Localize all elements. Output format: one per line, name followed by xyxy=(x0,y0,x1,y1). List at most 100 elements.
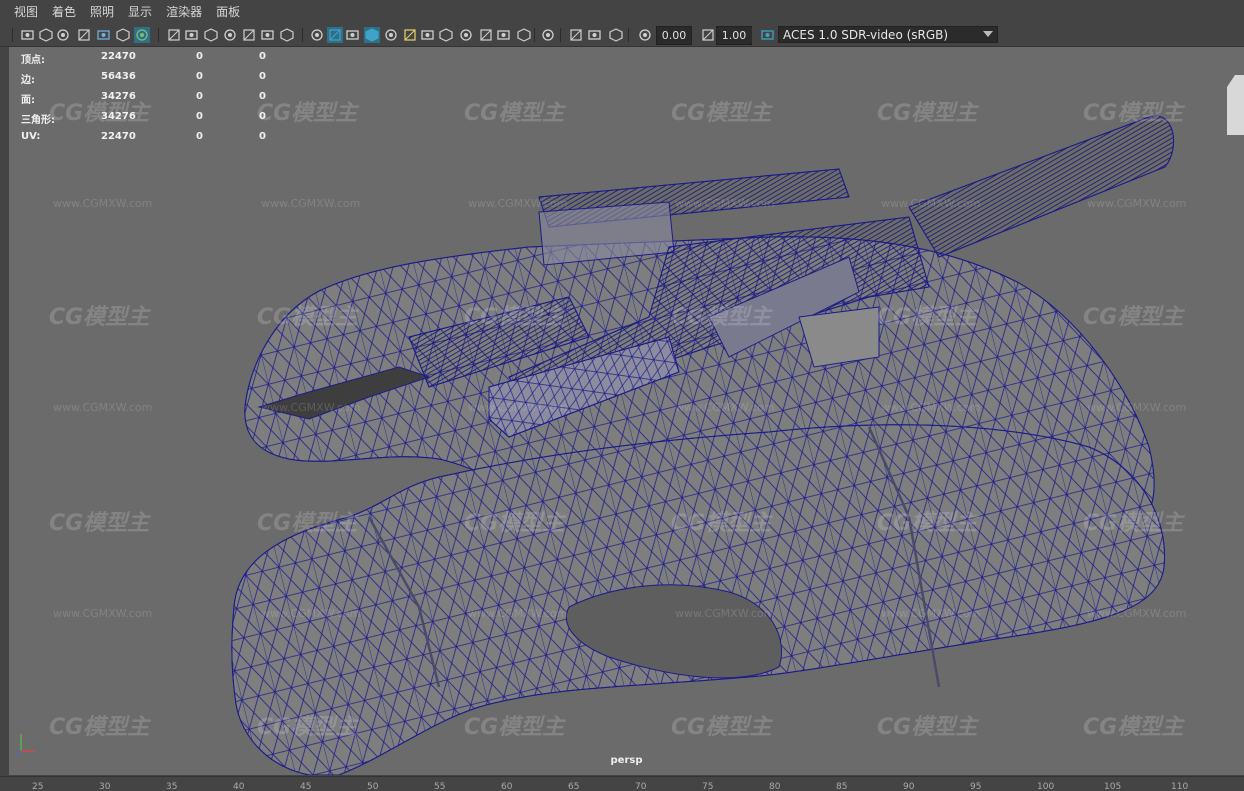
ruler-tick-label: 70 xyxy=(635,782,647,791)
time-ruler[interactable]: 25 30 35 40 45 50 55 60 65 70 75 80 85 90 95 100 105 110 xyxy=(0,776,1244,791)
ruler-tick-label: 60 xyxy=(501,782,513,791)
hud-label: 面: xyxy=(21,95,35,106)
maya-model-panel: 视图 着色 照明 显示 渲染器 面板 0.00 1.00 ACES 1.0 SD… xyxy=(0,0,1244,791)
menu-renderer[interactable]: 渲染器 xyxy=(166,0,202,24)
wireframe-icon[interactable] xyxy=(309,27,325,43)
motion-blur-icon[interactable] xyxy=(458,27,474,43)
ruler-tick-label: 80 xyxy=(769,782,781,791)
ruler-tick-label: 45 xyxy=(300,782,312,791)
ruler-tick-label: 90 xyxy=(903,782,915,791)
hud-value: 22470 xyxy=(101,51,136,62)
ruler-tick-label: 100 xyxy=(1037,782,1055,791)
hud-value: 0 xyxy=(196,131,203,142)
ruler-tick-label: 35 xyxy=(166,782,178,791)
depth-of-field-icon[interactable] xyxy=(496,27,512,43)
hud-value: 0 xyxy=(196,111,203,122)
safe-action-icon[interactable] xyxy=(260,27,276,43)
color-management-icon[interactable] xyxy=(700,27,716,43)
backface-icon[interactable] xyxy=(587,27,603,43)
hud-value: 0 xyxy=(196,71,203,82)
menu-panels[interactable]: 面板 xyxy=(216,0,240,24)
hud-label: 边: xyxy=(21,75,35,86)
hud-label: 三角形: xyxy=(21,115,55,126)
menu-view[interactable]: 视图 xyxy=(14,0,38,24)
color-space-label: ACES 1.0 SDR-video (sRGB) xyxy=(783,27,949,42)
resolution-gate-icon[interactable] xyxy=(203,27,219,43)
hud-value: 0 xyxy=(259,91,266,102)
film-gate-icon[interactable] xyxy=(184,27,200,43)
xray-icon[interactable] xyxy=(540,27,556,43)
toolbar-separator xyxy=(302,28,303,42)
ruler-tick-label: 85 xyxy=(836,782,848,791)
riser-block xyxy=(798,306,880,368)
toolbar-icon-32-icon[interactable] xyxy=(760,27,776,43)
multisample-aa-icon[interactable] xyxy=(478,27,494,43)
hud-value: 0 xyxy=(259,71,266,82)
grid-icon[interactable] xyxy=(166,27,182,43)
hud-value: 0 xyxy=(259,131,266,142)
shadows-icon[interactable] xyxy=(420,27,436,43)
hud-value: 0 xyxy=(259,111,266,122)
textured-icon[interactable] xyxy=(383,27,399,43)
lights-icon[interactable] xyxy=(402,27,418,43)
xray-joints-icon[interactable] xyxy=(568,27,584,43)
ruler-tick-label: 65 xyxy=(568,782,580,791)
screen-space-ao-icon[interactable] xyxy=(438,27,454,43)
default-material-icon[interactable] xyxy=(345,27,361,43)
ruler-tick-label: 50 xyxy=(367,782,379,791)
safe-title-icon[interactable] xyxy=(279,27,295,43)
field-chart-icon[interactable] xyxy=(241,27,257,43)
hud-value: 0 xyxy=(259,51,266,62)
camera-name-label: persp xyxy=(610,755,643,766)
exposure-field[interactable]: 0.00 xyxy=(656,26,692,45)
gate-mask-icon[interactable] xyxy=(222,27,238,43)
camera-lock-icon[interactable] xyxy=(38,27,54,43)
ruler-tick-label: 95 xyxy=(970,782,982,791)
hud-label: 顶点: xyxy=(21,55,45,66)
toolbar-separator xyxy=(628,28,629,42)
toolbar-separator xyxy=(158,28,159,42)
ruler-tick-label: 75 xyxy=(702,782,714,791)
2d-pan-zoom-icon[interactable] xyxy=(115,27,131,43)
hud-value: 56436 xyxy=(101,71,136,82)
exposure-icon[interactable] xyxy=(608,27,624,43)
isolate-select-icon[interactable] xyxy=(516,27,532,43)
axis-indicator-icon xyxy=(16,734,35,755)
hud-value: 34276 xyxy=(101,91,136,102)
chevron-down-icon xyxy=(983,31,993,37)
toolbar-separator xyxy=(12,28,13,42)
gamma-field[interactable]: 1.00 xyxy=(716,26,752,45)
camera-attributes-icon[interactable] xyxy=(55,27,71,43)
hud-value: 0 xyxy=(196,91,203,102)
ruler-tick-label: 105 xyxy=(1104,782,1122,791)
perspective-viewport[interactable]: 顶点: 22470 0 0 边: 56436 0 0 面: 34276 0 0 三角形: 34276 0 0 U… xyxy=(9,47,1244,775)
ruler-tick-label: 110 xyxy=(1171,782,1189,791)
hud-value: 0 xyxy=(196,51,203,62)
wireframe-on-shaded-icon[interactable] xyxy=(364,27,380,43)
image-plane-icon[interactable] xyxy=(96,27,112,43)
camera-select-icon[interactable] xyxy=(20,27,36,43)
hud-value: 34276 xyxy=(101,111,136,122)
toolbar-separator xyxy=(751,28,752,42)
smooth-shade-icon[interactable] xyxy=(327,27,343,43)
toolbar-separator xyxy=(560,28,561,42)
panel-menu-bar: 视图 着色 照明 显示 渲染器 面板 xyxy=(0,0,1244,24)
toolbar-separator xyxy=(534,28,535,42)
view-cube[interactable] xyxy=(1227,75,1244,135)
ruler-tick-label: 25 xyxy=(32,782,44,791)
gamma-icon[interactable] xyxy=(637,27,653,43)
suppressor xyxy=(908,115,1174,258)
menu-show[interactable]: 显示 xyxy=(128,0,152,24)
ruler-tick-label: 30 xyxy=(99,782,111,791)
menu-lighting[interactable]: 照明 xyxy=(90,0,114,24)
ruler-tick-label: 55 xyxy=(434,782,446,791)
hud-label: UV: xyxy=(21,131,41,142)
menu-shading[interactable]: 着色 xyxy=(52,0,76,24)
ruler-tick-label: 40 xyxy=(233,782,245,791)
color-space-dropdown[interactable]: ACES 1.0 SDR-video (sRGB) xyxy=(778,26,998,43)
panel-toolbar: 0.00 1.00 ACES 1.0 SDR-video (sRGB) xyxy=(0,24,1244,47)
grease-pencil-icon[interactable] xyxy=(134,27,150,43)
bookmark-icon[interactable] xyxy=(76,27,92,43)
mesh-render xyxy=(231,115,1174,775)
hud-value: 22470 xyxy=(101,131,136,142)
